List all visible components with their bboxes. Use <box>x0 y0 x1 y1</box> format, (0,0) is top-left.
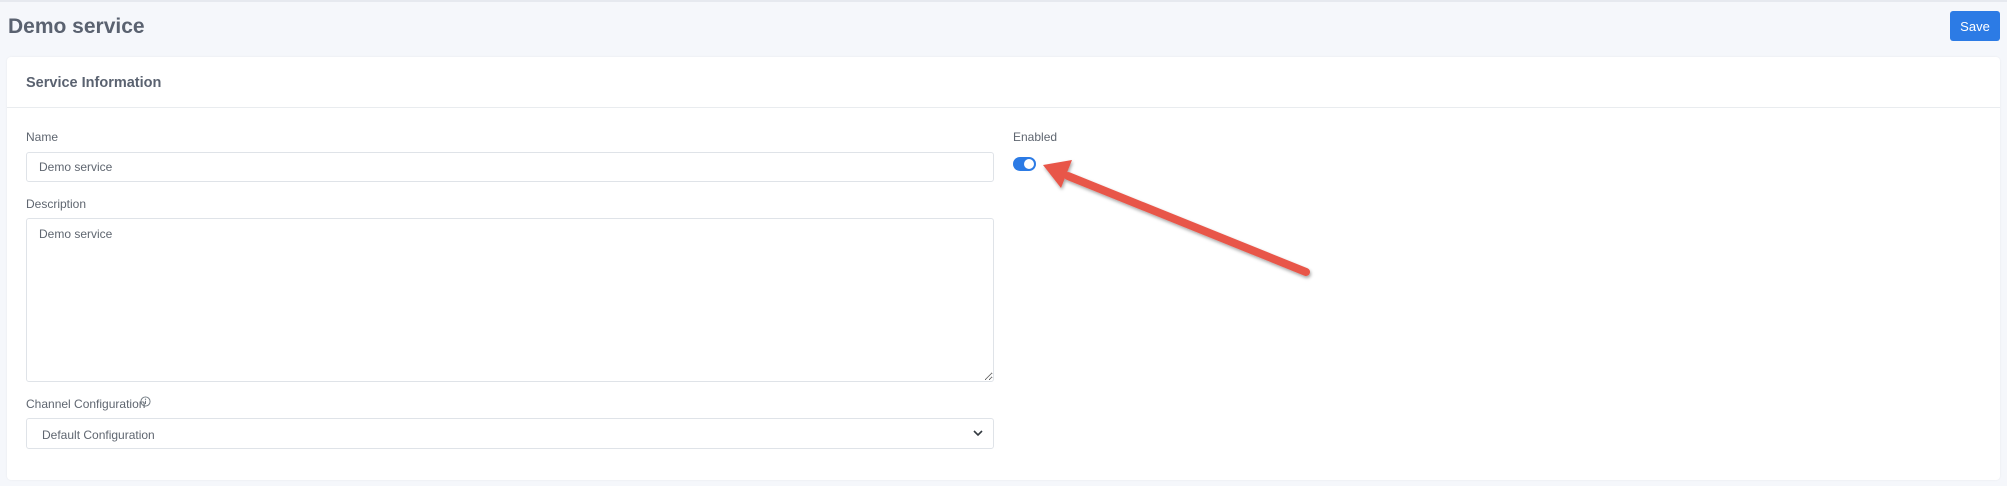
channel-configuration-select[interactable]: Default Configuration <box>26 418 994 449</box>
channel-configuration-value: Default Configuration <box>42 428 155 442</box>
card-title: Service Information <box>26 75 162 91</box>
description-textarea[interactable]: Demo service <box>26 218 994 382</box>
top-border <box>0 0 2007 2</box>
name-input[interactable] <box>26 152 994 182</box>
toggle-knob <box>1024 159 1034 169</box>
save-button[interactable]: Save <box>1950 11 2000 41</box>
chevron-down-icon <box>973 430 983 437</box>
info-icon[interactable] <box>140 396 151 407</box>
page-title: Demo service <box>8 15 145 38</box>
card-header: Service Information <box>7 57 2000 108</box>
description-label: Description <box>26 197 87 211</box>
enabled-toggle[interactable] <box>1013 157 1036 171</box>
enabled-label: Enabled <box>1013 130 1058 144</box>
name-label: Name <box>26 130 59 144</box>
channel-configuration-label: Channel Configuration <box>26 397 146 411</box>
